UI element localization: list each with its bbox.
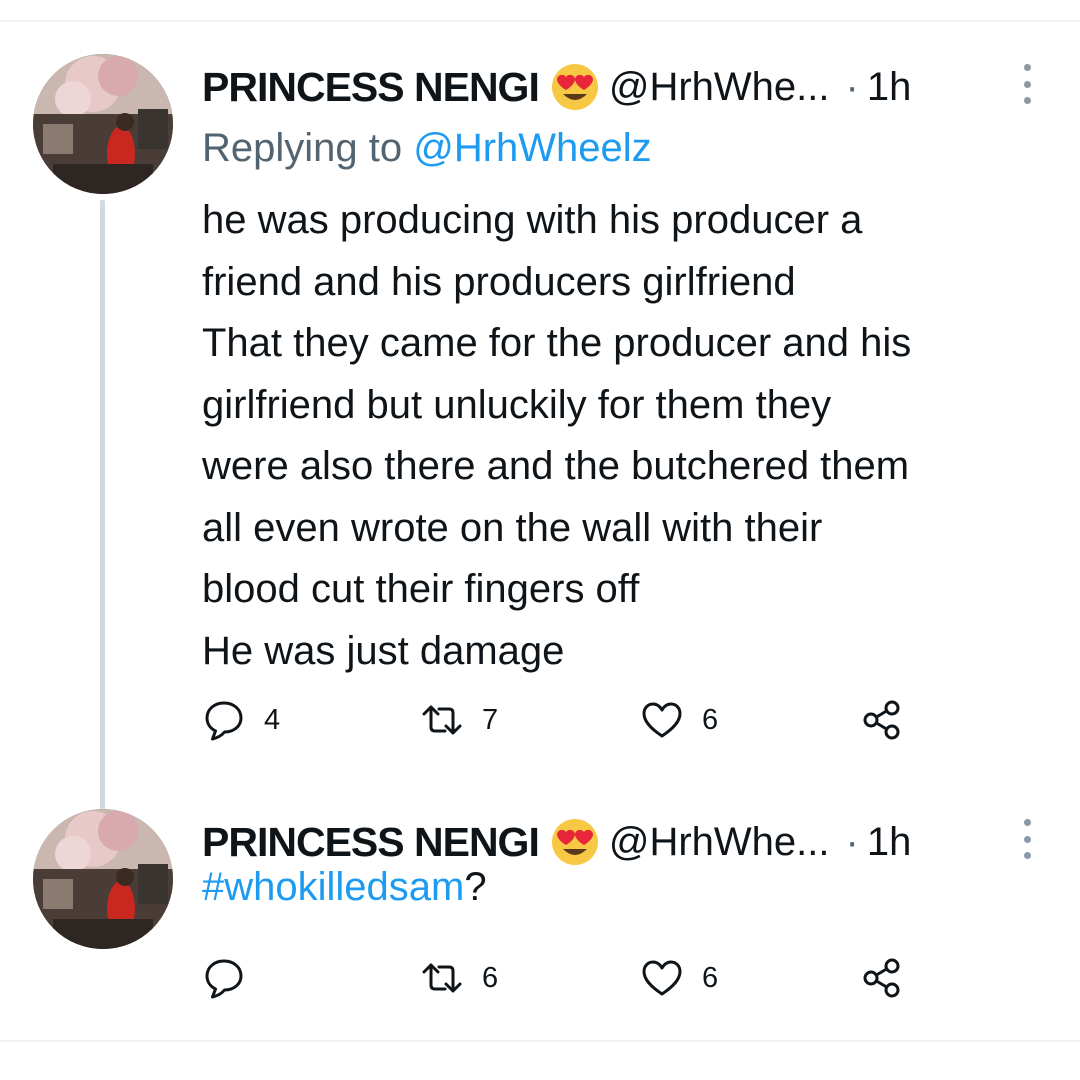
like-button[interactable]: 6 [640, 953, 718, 1003]
bottom-divider [0, 1040, 1080, 1042]
tweet-actions: 4 7 6 [202, 695, 922, 745]
tweet-text-line: were also there and the butchered them [202, 444, 910, 488]
reply-count: 4 [264, 703, 281, 736]
reply-button[interactable]: 4 [202, 695, 280, 745]
avatar[interactable] [33, 809, 173, 949]
tweet-text-line: friend and his producers girlfriend [202, 259, 796, 304]
tweet-header: PRINCESS NENGI @HrhWhe... · 1h [202, 60, 911, 114]
like-icon [642, 702, 682, 738]
more-icon[interactable] [1020, 819, 1034, 859]
thread-line [100, 200, 105, 840]
share-button[interactable] [860, 695, 904, 745]
handle[interactable]: @HrhWhe... [609, 65, 830, 110]
reply-button[interactable] [202, 953, 264, 1003]
hashtag-link[interactable]: #whokilledsam [202, 865, 464, 909]
share-icon [863, 958, 900, 998]
replying-to-label: Replying to [202, 126, 414, 170]
like-icon [642, 960, 682, 996]
more-icon[interactable] [1020, 64, 1034, 104]
tweet-text-line: he was producing with his producer a [202, 198, 863, 242]
tweet-actions: 6 6 [202, 953, 922, 1003]
retweet-icon [422, 705, 462, 735]
retweet-button[interactable]: 6 [420, 953, 498, 1003]
avatar[interactable] [33, 54, 173, 194]
tweet-text-line: #whokilledsam? [202, 857, 1062, 919]
share-icon [863, 700, 900, 740]
reply-mention-link[interactable]: @HrhWheelz [413, 126, 651, 170]
tweet-text-line: girlfriend but unluckily for them they [202, 382, 832, 427]
tweet-text-line: all even wrote on the wall with their [202, 505, 823, 550]
tweet-text: he was producing with his producer a fri… [202, 190, 1062, 682]
tweet-text-line: That they came for the producer and his [202, 321, 912, 365]
top-divider [0, 20, 1080, 22]
retweet-icon [422, 963, 462, 993]
tweet-text: #whokilledsam? [202, 857, 1062, 919]
like-count: 6 [702, 961, 719, 994]
separator-dot: · [845, 64, 859, 109]
tweet-text-line: blood cut their fingers off [202, 567, 640, 611]
retweet-count: 6 [482, 961, 499, 994]
timestamp[interactable]: 1h [867, 65, 912, 110]
like-count: 6 [702, 703, 719, 736]
like-button[interactable]: 6 [640, 695, 718, 745]
hashtag-suffix: ? [464, 865, 487, 909]
replying-to: Replying to @HrhWheelz [202, 126, 652, 171]
heart-eyes-emoji-icon [551, 64, 598, 110]
reply-icon [205, 701, 243, 741]
retweet-count: 7 [482, 703, 499, 736]
share-button[interactable] [860, 953, 904, 1003]
display-name[interactable]: PRINCESS NENGI [202, 64, 540, 111]
retweet-button[interactable]: 7 [420, 695, 498, 745]
reply-icon [205, 959, 243, 999]
tweet-text-line: He was just damage [202, 628, 565, 673]
